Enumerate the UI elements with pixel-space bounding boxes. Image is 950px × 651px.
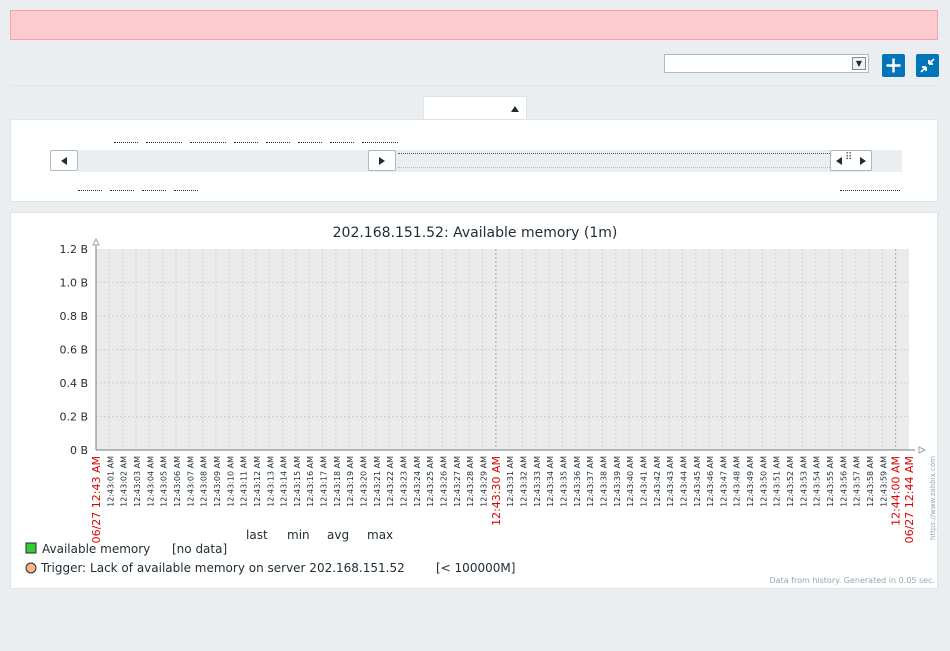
x-tick-label: 12:43:40 AM	[626, 456, 635, 507]
x-tick-label: 12:43:41 AM	[639, 456, 648, 507]
x-tick-label: 06/27 12:43 AM	[90, 456, 103, 543]
x-tick-label: 12:43:17 AM	[320, 456, 329, 507]
x-tick-label: 12:43:38 AM	[599, 456, 608, 507]
x-tick-label: 12:43:22 AM	[386, 456, 395, 507]
x-tick-label: 12:43:34 AM	[546, 456, 555, 507]
x-tick-label: 12:43:58 AM	[866, 456, 875, 507]
x-tick-label: 12:43:26 AM	[440, 456, 449, 507]
x-tick-label: 12:43:27 AM	[453, 456, 462, 507]
legend-header-max: max	[367, 528, 393, 542]
x-tick-label: 12:43:02 AM	[120, 456, 129, 507]
x-tick-label: 12:43:31 AM	[506, 456, 515, 507]
x-tick-label: 12:43:36 AM	[573, 456, 582, 507]
x-tick-label: 12:43:44 AM	[679, 456, 688, 507]
legend-header-avg: avg	[327, 528, 349, 542]
x-tick-label: 12:43:35 AM	[559, 456, 568, 507]
x-tick-label: 12:43:55 AM	[826, 456, 835, 507]
legend-item-value: [no data]	[172, 542, 227, 556]
legend-header-last: last	[246, 528, 268, 542]
x-tick-label: 12:43:29 AM	[480, 456, 489, 507]
x-tick-label: 12:43:21 AM	[373, 456, 382, 507]
x-axis-arrow	[918, 446, 927, 454]
x-tick-label: 12:43:39 AM	[613, 456, 622, 507]
y-tick-label: 0.4 B	[59, 377, 88, 390]
graph-footer: Data from history. Generated in 0.05 sec…	[770, 576, 935, 585]
y-tick-label: 1.2 B	[59, 243, 88, 256]
x-tick-label: 12:43:20 AM	[360, 456, 369, 507]
x-tick-label: 12:44:00 AM	[890, 456, 903, 526]
trigger-label: Trigger: Lack of available memory on ser…	[40, 561, 405, 575]
x-tick-label: 12:43:48 AM	[733, 456, 742, 507]
legend-swatch	[25, 542, 37, 554]
x-tick-label: 12:43:32 AM	[519, 456, 528, 507]
x-tick-label: 12:43:01 AM	[106, 456, 115, 507]
x-tick-label: 12:43:28 AM	[466, 456, 475, 507]
y-tick-label: 0.8 B	[59, 310, 88, 323]
memory-graph: 202.168.151.52: Available memory (1m) 1.…	[25, 225, 937, 585]
legend-item-name: Available memory	[42, 542, 150, 556]
x-tick-label: 12:43:12 AM	[253, 456, 262, 507]
x-tick-label: 12:43:07 AM	[186, 456, 195, 507]
x-tick-label: 12:43:16 AM	[306, 456, 315, 507]
y-tick-label: 0.6 B	[59, 344, 88, 357]
x-tick-label: 12:43:09 AM	[213, 456, 222, 507]
trigger-value: [< 100000M]	[436, 561, 515, 575]
y-tick-label: 0 B	[70, 444, 88, 457]
x-tick-label: 12:43:14 AM	[280, 456, 289, 507]
x-tick-label: 12:43:33 AM	[533, 456, 542, 507]
x-tick-label: 12:43:15 AM	[293, 456, 302, 507]
x-tick-label: 12:43:11 AM	[240, 456, 249, 507]
x-tick-label: 12:43:53 AM	[799, 456, 808, 507]
x-tick-label: 12:43:49 AM	[746, 456, 755, 507]
legend-header-min: min	[287, 528, 310, 542]
x-tick-label: 12:43:51 AM	[773, 456, 782, 507]
y-tick-label: 0.2 B	[59, 411, 88, 424]
x-tick-label: 12:43:24 AM	[413, 456, 422, 507]
x-tick-label: 12:43:05 AM	[160, 456, 169, 507]
x-tick-label: 12:43:18 AM	[333, 456, 342, 507]
x-tick-label: 12:43:23 AM	[400, 456, 409, 507]
trigger-marker	[25, 562, 37, 574]
x-tick-label: 12:43:10 AM	[226, 456, 235, 507]
y-axis-arrow	[92, 237, 100, 246]
x-tick-label: 12:43:42 AM	[653, 456, 662, 507]
x-tick-label: 12:43:37 AM	[586, 456, 595, 507]
x-tick-label: 12:43:47 AM	[719, 456, 728, 507]
x-tick-label: 12:43:08 AM	[200, 456, 209, 507]
x-tick-label: 12:43:04 AM	[146, 456, 155, 507]
x-tick-label: 12:43:56 AM	[839, 456, 848, 507]
y-tick-label: 1.0 B	[59, 277, 88, 290]
x-tick-label: 12:43:43 AM	[666, 456, 675, 507]
x-tick-label: 12:43:30 AM	[490, 456, 503, 526]
x-tick-label: 12:43:50 AM	[759, 456, 768, 507]
x-tick-label: 12:43:25 AM	[426, 456, 435, 507]
x-tick-label: 12:43:13 AM	[266, 456, 275, 507]
x-tick-label: 12:43:57 AM	[853, 456, 862, 507]
graph-title: 202.168.151.52: Available memory (1m)	[333, 225, 618, 241]
x-tick-label: 06/27 12:44 AM	[903, 456, 916, 543]
x-tick-label: 12:43:45 AM	[693, 456, 702, 507]
x-tick-label: 12:43:06 AM	[173, 456, 182, 507]
x-tick-label: 12:43:03 AM	[133, 456, 142, 507]
x-tick-label: 12:43:46 AM	[706, 456, 715, 507]
watermark: https://www.zabbix.com	[929, 456, 937, 540]
x-tick-label: 12:43:59 AM	[879, 456, 888, 507]
x-tick-label: 12:43:52 AM	[786, 456, 795, 507]
x-tick-label: 12:43:19 AM	[346, 456, 355, 507]
x-tick-label: 12:43:54 AM	[813, 456, 822, 507]
